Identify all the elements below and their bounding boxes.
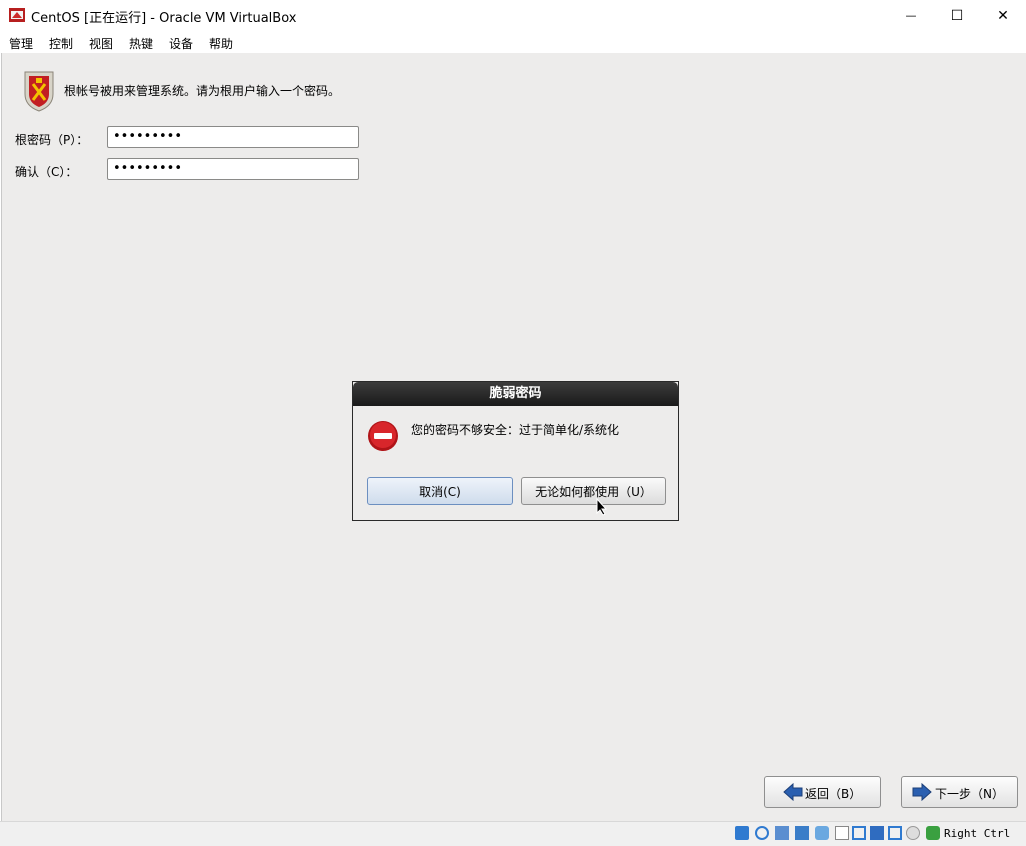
arrow-left-icon — [783, 783, 803, 801]
maximize-icon: ☐ — [950, 7, 964, 24]
hard-disk-icon[interactable] — [735, 826, 749, 840]
confirm-password-input[interactable]: ••••••••• — [107, 158, 359, 180]
host-key-label: Right Ctrl — [944, 827, 1011, 840]
menu-devices[interactable]: 设备 — [169, 35, 193, 52]
virtualization-icon[interactable] — [888, 826, 902, 840]
root-password-label: 根密码（P）： — [15, 133, 89, 147]
menu-view[interactable]: 视图 — [89, 35, 113, 52]
window-title: CentOS [正在运行] - Oracle VM VirtualBox — [31, 11, 297, 26]
usb-icon[interactable] — [815, 826, 829, 840]
menu-help[interactable]: 帮助 — [209, 35, 233, 52]
root-password-instructions: 根帐号被用来管理系统。请为根用户输入一个密码。 — [64, 84, 341, 98]
next-button[interactable]: 下一步（N） — [901, 776, 1018, 808]
use-anyway-button[interactable]: 无论如何都使用（U） — [521, 477, 666, 505]
maximize-button[interactable]: ☐ — [934, 0, 980, 31]
cancel-button[interactable]: 取消(C) — [367, 477, 513, 505]
menu-bar: 管理 控制 视图 热键 设备 帮助 — [0, 31, 1026, 53]
arrow-right-icon — [912, 783, 932, 801]
virtualbox-app-icon — [9, 8, 25, 22]
shield-icon — [24, 71, 54, 112]
confirm-password-value: ••••••••• — [113, 161, 183, 176]
video-capture-icon[interactable] — [870, 826, 884, 840]
keyboard-capture-icon[interactable] — [926, 826, 940, 840]
weak-password-dialog: 脆弱密码 您的密码不够安全：过于简单化/系统化 取消(C) 无论如何都使用（U） — [352, 381, 679, 521]
menu-control[interactable]: 控制 — [49, 35, 73, 52]
mouse-cursor-icon — [596, 498, 608, 516]
optical-drive-icon[interactable] — [755, 826, 769, 840]
confirm-password-label: 确认（C）： — [15, 165, 78, 179]
audio-icon[interactable] — [775, 826, 789, 840]
shared-folders-icon[interactable] — [835, 826, 849, 840]
minimize-button[interactable]: — — [888, 0, 934, 31]
menu-hotkey[interactable]: 热键 — [129, 35, 153, 52]
back-button[interactable]: 返回（B） — [764, 776, 881, 808]
dialog-message: 您的密码不够安全：过于简单化/系统化 — [411, 423, 620, 437]
display-icon[interactable] — [852, 826, 866, 840]
mouse-integration-icon[interactable] — [906, 826, 920, 840]
root-password-value: ••••••••• — [113, 129, 183, 144]
root-password-input[interactable]: ••••••••• — [107, 126, 359, 148]
menu-manage[interactable]: 管理 — [9, 35, 33, 52]
close-button[interactable]: ✕ — [980, 0, 1026, 31]
back-button-label: 返回（B） — [805, 787, 862, 801]
guest-display[interactable]: 根帐号被用来管理系统。请为根用户输入一个密码。 根密码（P）： ••••••••… — [1, 53, 1026, 821]
next-button-label: 下一步（N） — [935, 787, 1004, 801]
minimize-icon: — — [905, 9, 917, 22]
close-icon: ✕ — [997, 7, 1009, 24]
error-stop-icon — [368, 421, 398, 451]
network-icon[interactable] — [795, 826, 809, 840]
vm-status-bar: Right Ctrl — [0, 821, 1026, 846]
dialog-title: 脆弱密码 — [353, 382, 678, 406]
window-titlebar[interactable]: CentOS [正在运行] - Oracle VM VirtualBox — ☐… — [0, 0, 1026, 31]
